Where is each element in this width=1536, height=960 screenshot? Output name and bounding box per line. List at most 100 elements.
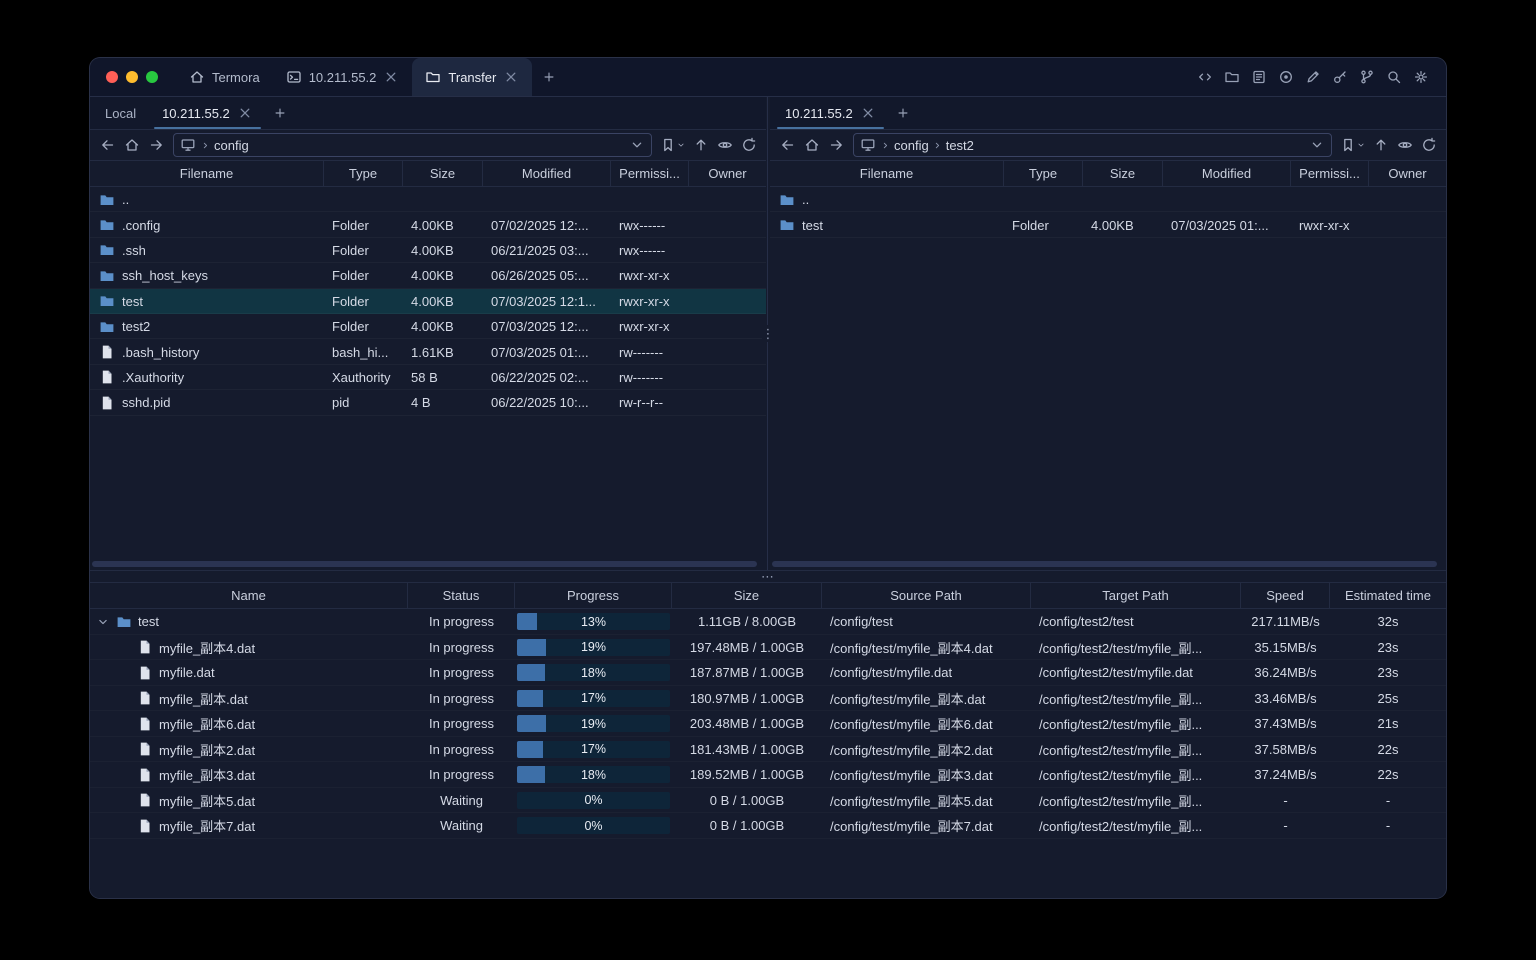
transfer-column-progress[interactable]: Progress: [515, 583, 672, 608]
close-tab-icon[interactable]: [383, 69, 399, 85]
column-header-permissi[interactable]: Permissi...: [611, 161, 689, 186]
transfer-column-target-path[interactable]: Target Path: [1031, 583, 1241, 608]
column-header-owner[interactable]: Owner: [1369, 161, 1446, 186]
transfer-status: Waiting: [440, 818, 483, 834]
left-file-row-config[interactable]: .config Folder 4.00KB 07/02/2025 12:... …: [90, 212, 766, 237]
title-tab-10-211-55-2[interactable]: 10.211.55.2: [273, 58, 413, 96]
breadcrumb-segment[interactable]: test2: [946, 138, 974, 153]
left-forward-button[interactable]: [144, 134, 167, 157]
title-tab-termora[interactable]: Termora: [176, 58, 273, 96]
transfer-row-myfile-dat[interactable]: myfile_副本.dat In progress 17% 180.97MB /…: [90, 686, 1446, 712]
transfer-speed: 37.43MB/s: [1254, 716, 1317, 732]
close-tab-icon[interactable]: [860, 105, 876, 121]
left-add-tab-button[interactable]: [266, 97, 294, 129]
code-button[interactable]: [1192, 64, 1218, 90]
column-header-modified[interactable]: Modified: [1163, 161, 1291, 186]
left-hscrollbar[interactable]: [92, 560, 764, 567]
transfer-eta: 23s: [1377, 665, 1399, 681]
column-header-type[interactable]: Type: [1004, 161, 1083, 186]
transfer-row-myfile-4-dat[interactable]: myfile_副本4.dat In progress 19% 197.48MB …: [90, 635, 1446, 661]
left-bookmark-button[interactable]: [658, 134, 688, 157]
column-header-filename[interactable]: Filename: [90, 161, 324, 186]
transfer-splitter[interactable]: ⋯: [90, 570, 1446, 583]
transfer-row-myfile-6-dat[interactable]: myfile_副本6.dat In progress 19% 203.48MB …: [90, 711, 1446, 737]
transfer-column-name[interactable]: Name: [90, 583, 408, 608]
left-file-row-test2[interactable]: test2 Folder 4.00KB 07/03/2025 12:... rw…: [90, 314, 766, 339]
breadcrumb-segment[interactable]: config: [214, 138, 249, 153]
title-tab-transfer[interactable]: Transfer: [412, 58, 533, 96]
transfer-column-size[interactable]: Size: [672, 583, 822, 608]
right-hscrollbar[interactable]: [772, 560, 1444, 567]
close-tab-icon[interactable]: [237, 105, 253, 121]
transfer-row-myfile-dat[interactable]: myfile.dat In progress 18% 187.87MB / 1.…: [90, 660, 1446, 686]
right-pane-tab-10-211-55-2[interactable]: 10.211.55.2: [772, 97, 889, 129]
pencil-button[interactable]: [1300, 64, 1326, 90]
breadcrumb-segment[interactable]: config: [894, 138, 929, 153]
search-button[interactable]: [1381, 64, 1407, 90]
transfer-column-speed[interactable]: Speed: [1241, 583, 1330, 608]
left-file-row-test[interactable]: test Folder 4.00KB 07/03/2025 12:1... rw…: [90, 288, 766, 314]
left-file-row-bash-history[interactable]: .bash_history bash_hi... 1.61KB 07/03/20…: [90, 339, 766, 364]
record-button[interactable]: [1273, 64, 1299, 90]
left-home-button[interactable]: [120, 134, 143, 157]
column-header-modified[interactable]: Modified: [483, 161, 611, 186]
transfer-row-myfile-7-dat[interactable]: myfile_副本7.dat Waiting 0% 0 B / 1.00GB /…: [90, 813, 1446, 839]
transfer-row-test[interactable]: test In progress 13% 1.11GB / 8.00GB /co…: [90, 609, 1446, 635]
right-show-hidden-button[interactable]: [1393, 134, 1416, 157]
left-parent-up-button[interactable]: [689, 134, 712, 157]
right-parent-up-button[interactable]: [1369, 134, 1392, 157]
transfer-eta: 22s: [1377, 767, 1399, 783]
journal-button[interactable]: [1246, 64, 1272, 90]
minimize-window-button[interactable]: [126, 71, 138, 83]
left-refresh-button[interactable]: [737, 134, 760, 157]
key-button[interactable]: [1327, 64, 1353, 90]
pane-divider[interactable]: ⋮: [761, 97, 775, 570]
transfer-column-source-path[interactable]: Source Path: [822, 583, 1031, 608]
column-header-size[interactable]: Size: [403, 161, 483, 186]
right-add-tab-button[interactable]: [889, 97, 917, 129]
close-window-button[interactable]: [106, 71, 118, 83]
left-file-row-ssh-host-keys[interactable]: ssh_host_keys Folder 4.00KB 06/26/2025 0…: [90, 263, 766, 288]
file-size: 4.00KB: [411, 319, 454, 335]
divider-handle-icon[interactable]: ⋮: [761, 325, 775, 342]
right-bookmark-button[interactable]: [1338, 134, 1368, 157]
column-header-size[interactable]: Size: [1083, 161, 1163, 186]
right-forward-button[interactable]: [824, 134, 847, 157]
branch-button[interactable]: [1354, 64, 1380, 90]
transfer-column-status[interactable]: Status: [408, 583, 515, 608]
column-header-filename[interactable]: Filename: [770, 161, 1004, 186]
right-file-row-item[interactable]: ..: [770, 187, 1446, 212]
right-back-button[interactable]: [776, 134, 799, 157]
right-refresh-button[interactable]: [1417, 134, 1440, 157]
left-pane-tab-local[interactable]: Local: [92, 97, 149, 129]
right-file-table: Filename Type Size Modified Permissi... Owner…: [770, 160, 1446, 560]
left-back-button[interactable]: [96, 134, 119, 157]
zoom-window-button[interactable]: [146, 71, 158, 83]
breadcrumb-separator-icon: [200, 140, 211, 151]
transfer-row-myfile-5-dat[interactable]: myfile_副本5.dat Waiting 0% 0 B / 1.00GB /…: [90, 788, 1446, 814]
left-show-hidden-button[interactable]: [713, 134, 736, 157]
left-file-row-sshd-pid[interactable]: sshd.pid pid 4 B 06/22/2025 10:... rw-r-…: [90, 390, 766, 415]
file-icon: [137, 690, 153, 706]
left-file-row-xauthority[interactable]: .Xauthority Xauthority 58 B 06/22/2025 0…: [90, 365, 766, 390]
right-path-input[interactable]: config test2: [853, 133, 1332, 157]
folder-button[interactable]: [1219, 64, 1245, 90]
path-dropdown-icon[interactable]: [1309, 137, 1325, 153]
right-file-row-test[interactable]: test Folder 4.00KB 07/03/2025 01:... rwx…: [770, 212, 1446, 237]
transfer-column-estimated-time[interactable]: Estimated time: [1330, 583, 1446, 608]
expand-chevron-icon[interactable]: [96, 615, 110, 629]
left-pane-tab-10-211-55-2[interactable]: 10.211.55.2: [149, 97, 266, 129]
new-tab-button[interactable]: [536, 64, 562, 90]
transfer-row-myfile-2-dat[interactable]: myfile_副本2.dat In progress 17% 181.43MB …: [90, 737, 1446, 763]
close-tab-icon[interactable]: [503, 69, 519, 85]
column-header-type[interactable]: Type: [324, 161, 403, 186]
right-home-button[interactable]: [800, 134, 823, 157]
column-header-permissi[interactable]: Permissi...: [1291, 161, 1369, 186]
transfer-row-myfile-3-dat[interactable]: myfile_副本3.dat In progress 18% 189.52MB …: [90, 762, 1446, 788]
column-header-owner[interactable]: Owner: [689, 161, 766, 186]
left-file-row-ssh[interactable]: .ssh Folder 4.00KB 06/21/2025 03:... rwx…: [90, 238, 766, 263]
left-path-input[interactable]: config: [173, 133, 652, 157]
path-dropdown-icon[interactable]: [629, 137, 645, 153]
settings-button[interactable]: [1408, 64, 1434, 90]
left-file-row-item[interactable]: ..: [90, 187, 766, 212]
